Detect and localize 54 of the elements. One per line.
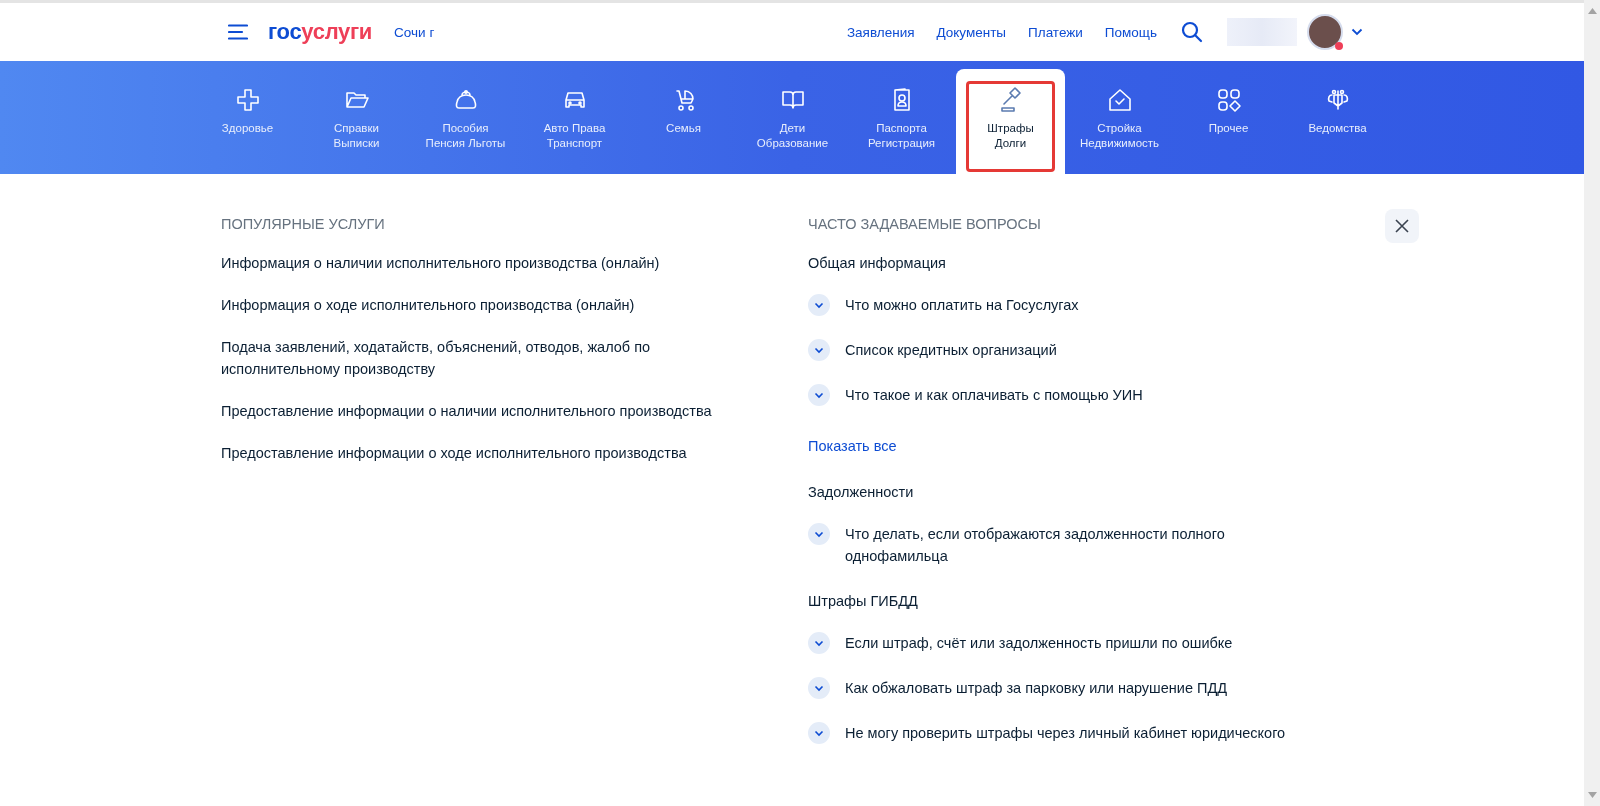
faq-group-title: Штрафы ГИБДД	[808, 592, 919, 611]
scrollbar[interactable]	[1584, 0, 1600, 806]
show-all-link[interactable]: Показать все	[808, 435, 1325, 457]
section-heading: ПОПУЛЯРНЫЕ УСЛУГИ	[221, 215, 386, 234]
category-tab[interactable]: Прочее	[1174, 69, 1283, 174]
search-icon[interactable]	[1181, 21, 1203, 43]
close-icon	[1394, 218, 1410, 234]
location-link[interactable]: Сочи г	[394, 24, 435, 40]
service-link[interactable]: Подача заявлений, ходатайств, объяснений, отводов, жалоб по исполнительному производству	[221, 336, 751, 380]
menu-icon[interactable]	[228, 24, 248, 40]
service-link[interactable]: Предоставление информации о наличии исполнительного производства	[221, 400, 751, 422]
section-heading: ЧАСТО ЗАДАВАЕМЫЕ ВОПРОСЫ	[808, 215, 1042, 234]
chevron-icon[interactable]	[808, 677, 830, 699]
chevron-icon[interactable]	[808, 523, 830, 545]
category-tab[interactable]: Паспорта Регистрация	[847, 69, 956, 174]
chevron-icon[interactable]	[808, 722, 830, 744]
faq-question[interactable]: Как обжаловать штраф за парковку или нарушение ПДД	[845, 677, 1228, 699]
nav-link[interactable]: Документы	[936, 24, 1007, 40]
faq-question[interactable]: Если штраф, счёт или задолженность пришли по ошибке	[845, 632, 1233, 654]
category-tab[interactable]: Авто Права Транспорт	[520, 69, 629, 174]
category-tab[interactable]: Пособия Пенсия Льготы	[411, 69, 520, 174]
category-tab[interactable]: Ведомства	[1283, 69, 1392, 174]
scroll-down-icon[interactable]	[1587, 792, 1597, 798]
faq-group-title: Общая информация	[808, 254, 947, 273]
category-tab[interactable]: Дети Образование	[738, 69, 847, 174]
faq-question[interactable]: Не могу проверить штрафы через личный кабинет юридического	[845, 722, 1286, 744]
avatar[interactable]	[1307, 14, 1343, 50]
faq-group-title: Задолженности	[808, 483, 915, 502]
service-link[interactable]: Информация о наличии исполнительного производства (онлайн)	[221, 252, 751, 274]
grid-icon	[1215, 87, 1242, 113]
faq-question[interactable]: Что такое и как оплачивать с помощью УИН	[845, 384, 1143, 406]
chevron-icon[interactable]	[808, 632, 830, 654]
category-tab[interactable]: Семья	[629, 69, 738, 174]
service-link[interactable]: Информация о ходе исполнительного производства (онлайн)	[221, 294, 751, 316]
nav-link[interactable]: Помощь	[1104, 24, 1157, 40]
faq-question[interactable]: Список кредитных организаций	[845, 339, 1057, 361]
category-tab[interactable]: Штрафы Долги	[956, 69, 1065, 174]
nav-link[interactable]: Заявления	[846, 24, 915, 40]
nav-link[interactable]: Платежи	[1028, 24, 1083, 40]
house-icon	[1106, 87, 1133, 113]
category-tab[interactable]: Справки Выписки	[302, 69, 411, 174]
faq-question[interactable]: Что делать, если отображаются задолженности полного однофамильца	[845, 523, 1325, 567]
scroll-up-icon[interactable]	[1587, 8, 1597, 14]
category-tab[interactable]: Стройка Недвижимость	[1065, 69, 1174, 174]
cross-icon	[234, 87, 261, 113]
faq-question[interactable]: Что можно оплатить на Госуслугах	[845, 294, 1079, 316]
chevron-icon[interactable]	[808, 339, 830, 361]
redacted-block	[1227, 18, 1297, 46]
close-button[interactable]	[1385, 209, 1419, 243]
chevron-icon[interactable]	[808, 384, 830, 406]
site-logo[interactable]: госуслуги	[268, 19, 373, 45]
service-link[interactable]: Предоставление информации о ходе исполнительного производства	[221, 442, 751, 464]
caret-icon[interactable]	[1351, 28, 1363, 36]
chevron-icon[interactable]	[808, 294, 830, 316]
